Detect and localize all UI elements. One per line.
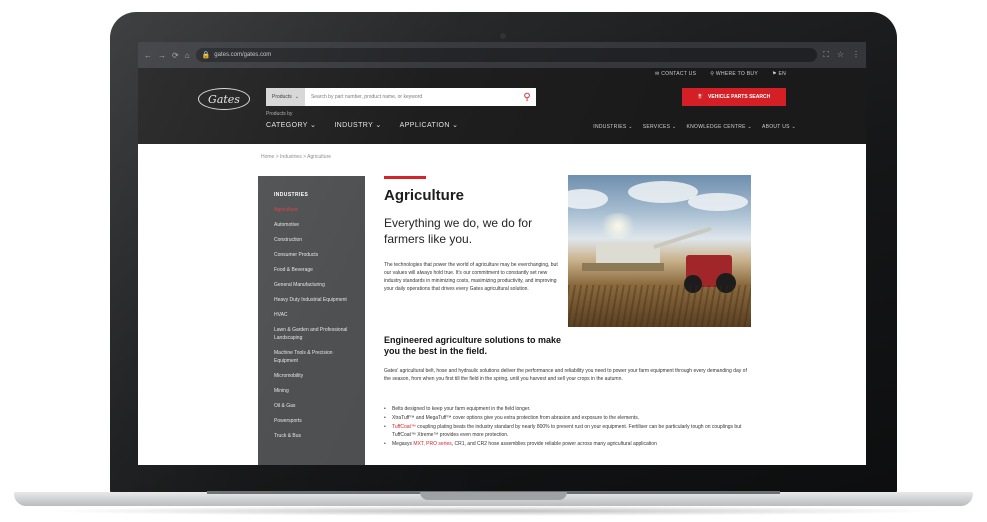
search-scope-dropdown[interactable]: Products ⌄	[266, 88, 305, 106]
browser-menu-icon[interactable]: ⋮	[852, 50, 860, 60]
sidebar-item[interactable]: Heavy Duty Industrial Equipment	[258, 296, 365, 304]
nav-services[interactable]: SERVICES ⌄	[643, 124, 677, 130]
vehicle-parts-search-label: VEHICLE PARTS SEARCH	[708, 94, 771, 100]
extension-icon[interactable]: ⛶	[823, 50, 829, 60]
sun-glow	[598, 213, 638, 239]
nav-knowledge-centre[interactable]: KNOWLEDGE CENTRE ⌄	[687, 124, 752, 130]
nav-category[interactable]: CATEGORY ⌄	[266, 121, 316, 129]
field-stubble	[568, 285, 751, 327]
search-icon[interactable]: ⚲	[518, 92, 536, 103]
laptop-notch	[420, 492, 567, 500]
webcam	[500, 33, 506, 39]
lock-icon: 🔒	[201, 52, 211, 59]
vehicle-parts-search-button[interactable]: ⛽ VEHICLE PARTS SEARCH	[682, 88, 786, 106]
sidebar-item[interactable]: HVAC	[258, 311, 365, 319]
list-item: XtraTuff™ and MegaTuff™ cover options gi…	[384, 414, 754, 422]
language-selector[interactable]: ⚑ EN	[772, 71, 786, 77]
gates-logo[interactable]: Gates	[198, 88, 250, 110]
sidebar-item[interactable]: General Manufacturing	[258, 281, 365, 289]
list-item-text: , CR1, and CR2 hose assemblies provide r…	[451, 441, 657, 447]
list-item: Megasys MXT, PRO series, CR1, and CR2 ho…	[384, 440, 754, 448]
combine-header	[582, 263, 664, 271]
address-bar[interactable]: 🔒 gates.com/gates.com	[195, 48, 818, 62]
chevron-down-icon: ⌄	[294, 94, 299, 100]
laptop-scene: ← → ⟳ ⌂ 🔒 gates.com/gates.com ⛶ ☆ ⋮ ✉ CO…	[0, 0, 987, 522]
sidebar-item[interactable]: Lawn & Garden and Professional Landscapi…	[258, 326, 365, 342]
sidebar-item[interactable]: Machine Tools & Precision Equipment	[258, 349, 365, 365]
where-to-buy-link[interactable]: ⚲ WHERE TO BUY	[710, 71, 758, 77]
utility-bar: ✉ CONTACT US ⚲ WHERE TO BUY ⚑ EN	[655, 71, 786, 77]
sidebar-item[interactable]: Oil & Gas	[258, 402, 365, 410]
list-item: TuffCoat™ coupling plating beats the ind…	[384, 423, 754, 439]
search-scope-label: Products	[272, 94, 292, 100]
page-subtitle: Everything we do, we do for farmers like…	[384, 216, 533, 246]
site-header: ✉ CONTACT US ⚲ WHERE TO BUY ⚑ EN Gates P…	[138, 68, 866, 144]
nav-industries[interactable]: INDUSTRIES ⌄	[593, 124, 632, 130]
nav-about-us[interactable]: ABOUT US ⌄	[762, 124, 796, 130]
list-item-text: Megasys	[392, 441, 414, 447]
intro-paragraph: The technologies that power the world of…	[384, 262, 558, 292]
industries-sidebar: INDUSTRIES Agriculture Automotive Construc…	[258, 176, 365, 465]
grain-auger	[653, 226, 712, 249]
browser-toolbar: ← → ⟳ ⌂ 🔒 gates.com/gates.com ⛶ ☆ ⋮	[138, 42, 866, 68]
list-item: Belts designed to keep your farm equipme…	[384, 405, 754, 413]
sidebar-item[interactable]: Automotive	[258, 221, 365, 229]
browser-actions: ⛶ ☆ ⋮	[823, 50, 860, 60]
product-search: Products ⌄ Search by part number, produc…	[266, 88, 536, 106]
nav-industry[interactable]: INDUSTRY ⌄	[334, 121, 381, 129]
list-item-text: coupling plating beats the industry stan…	[392, 424, 742, 438]
sidebar-item[interactable]: Micromobility	[258, 372, 365, 380]
address-url: gates.com/gates.com	[214, 52, 272, 58]
list-item-link[interactable]: TuffCoat™	[392, 424, 416, 430]
harvest-photo	[568, 175, 751, 327]
sidebar-item[interactable]: Agriculture	[258, 206, 365, 214]
cloud-shape	[568, 189, 608, 209]
contact-us-link[interactable]: ✉ CONTACT US	[655, 71, 696, 77]
secondary-nav: INDUSTRIES ⌄ SERVICES ⌄ KNOWLEDGE CENTRE…	[593, 124, 796, 130]
sidebar-item[interactable]: Food & Beverage	[258, 266, 365, 274]
sidebar-title: INDUSTRIES	[274, 192, 309, 198]
search-input[interactable]: Search by part number, product name, or …	[305, 94, 518, 100]
home-icon[interactable]: ⌂	[185, 51, 190, 60]
list-item-text: XtraTuff™ and MegaTuff™ cover options gi…	[392, 415, 640, 421]
section-heading: Engineered agriculture solutions to make…	[384, 335, 562, 356]
nav-application[interactable]: APPLICATION ⌄	[400, 121, 459, 129]
section-paragraph: Gates' agricultural belt, hose and hydra…	[384, 368, 747, 382]
sidebar-item[interactable]: Truck & Bus	[258, 432, 365, 440]
car-icon: ⛽	[697, 94, 705, 100]
title-accent-bar	[384, 176, 426, 179]
sidebar-item[interactable]: Mining	[258, 387, 365, 395]
bookmark-star-icon[interactable]: ☆	[837, 50, 844, 60]
feature-list: Belts designed to keep your farm equipme…	[384, 405, 754, 449]
browser-nav: ← → ⟳ ⌂	[144, 51, 190, 60]
cloud-shape	[688, 193, 748, 211]
list-item-text: Belts designed to keep your farm equipme…	[392, 406, 531, 412]
forward-icon[interactable]: →	[158, 51, 166, 60]
main-nav: CATEGORY ⌄ INDUSTRY ⌄ APPLICATION ⌄	[266, 121, 458, 129]
list-item-link[interactable]: MXT, PRO series	[413, 441, 451, 447]
sidebar-list: Agriculture Automotive Construction Consume…	[258, 206, 365, 440]
products-by-label: Products by	[266, 111, 293, 117]
sidebar-item[interactable]: Construction	[258, 236, 365, 244]
page-title: Agriculture	[384, 187, 465, 204]
reload-icon[interactable]: ⟳	[172, 51, 179, 60]
laptop-screen: ← → ⟳ ⌂ 🔒 gates.com/gates.com ⛶ ☆ ⋮ ✉ CO…	[138, 42, 866, 465]
laptop-shadow	[40, 506, 947, 516]
breadcrumb[interactable]: Home > Industries > Agriculture	[261, 154, 331, 160]
sidebar-item[interactable]: Consumer Products	[258, 251, 365, 259]
sidebar-item[interactable]: Powersports	[258, 417, 365, 425]
back-icon[interactable]: ←	[144, 51, 152, 60]
